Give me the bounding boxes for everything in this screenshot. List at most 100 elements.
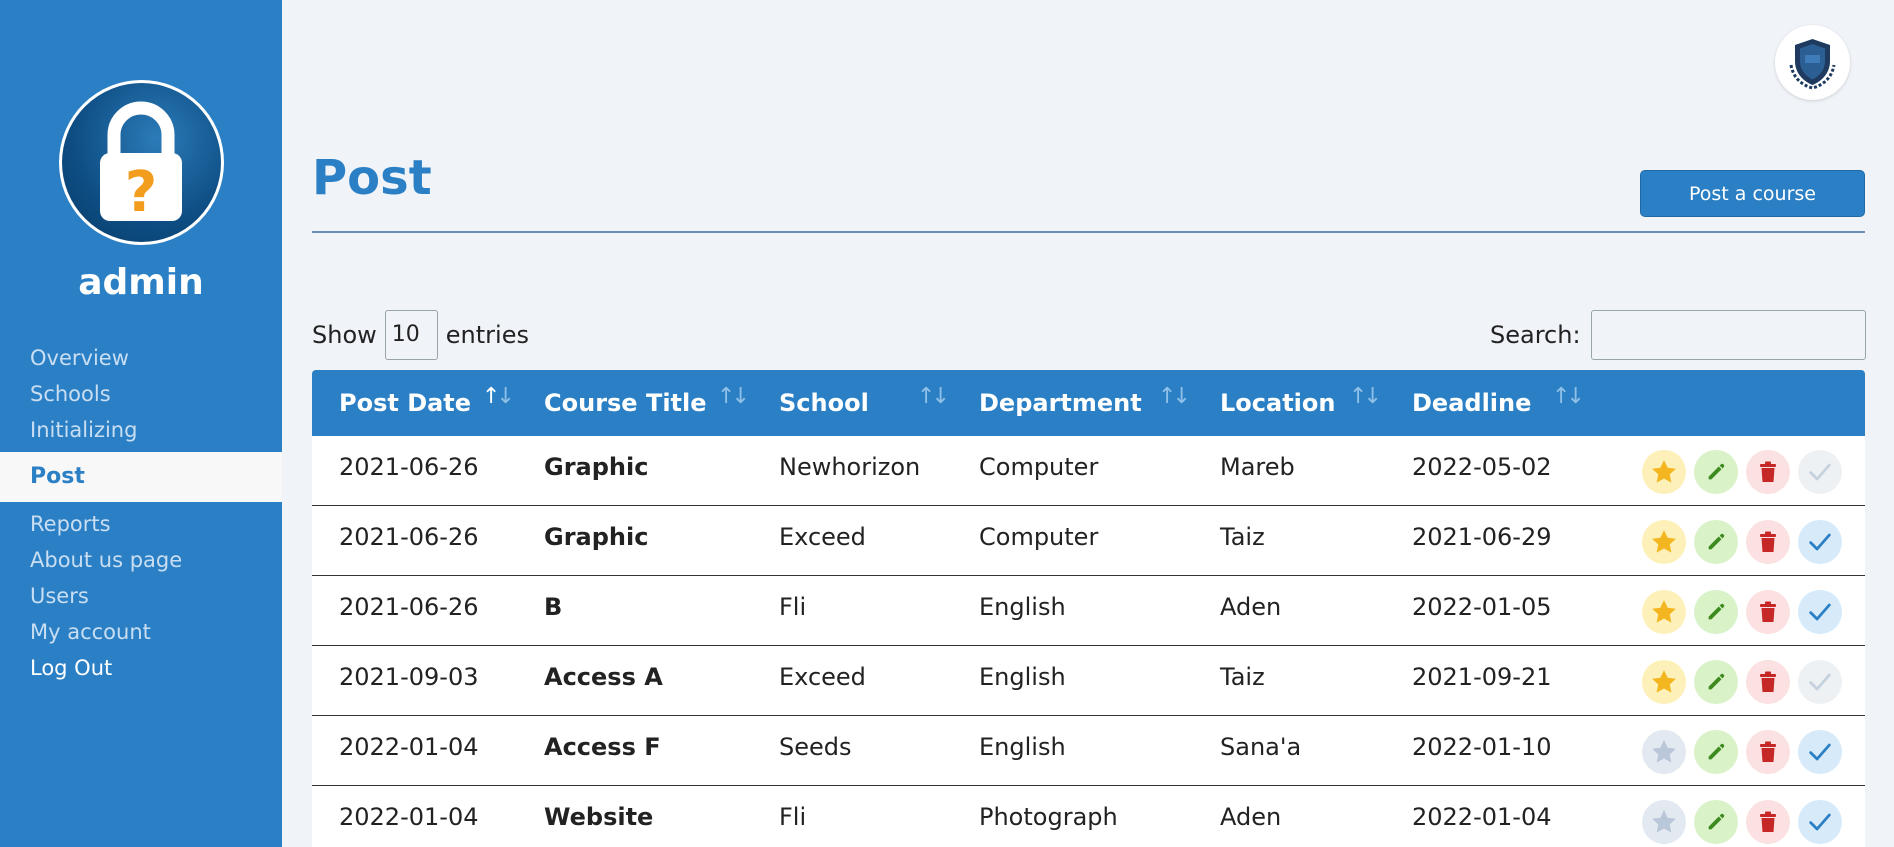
deadline-cell: 2021-09-21 <box>1412 663 1552 691</box>
deadline-cell: 2022-01-05 <box>1412 593 1552 621</box>
star-icon <box>1652 670 1676 693</box>
post-date-cell: 2021-06-26 <box>339 523 479 551</box>
trash-icon <box>1760 531 1776 552</box>
pencil-icon <box>1708 603 1725 620</box>
feature-button[interactable] <box>1642 800 1686 844</box>
star-icon <box>1652 600 1676 623</box>
edit-button[interactable] <box>1694 590 1738 634</box>
department-cell: English <box>979 663 1066 691</box>
sort-arrows-icon[interactable]: ↑↓ <box>717 384 750 409</box>
sidebar-item-overview[interactable]: Overview <box>0 340 282 376</box>
post-date-cell: 2021-09-03 <box>339 663 479 691</box>
approve-button[interactable] <box>1798 730 1842 774</box>
edit-button[interactable] <box>1694 730 1738 774</box>
department-cell: Photograph <box>979 803 1118 831</box>
header-divider <box>312 231 1865 233</box>
column-header-department[interactable]: Department <box>979 370 1142 436</box>
location-cell: Aden <box>1220 803 1282 831</box>
trash-icon <box>1760 811 1776 832</box>
edit-button[interactable] <box>1694 800 1738 844</box>
approve-button[interactable] <box>1798 800 1842 844</box>
location-cell: Aden <box>1220 593 1282 621</box>
star-icon <box>1652 530 1676 553</box>
pencil-icon <box>1708 533 1725 550</box>
approve-button[interactable] <box>1798 660 1842 704</box>
delete-button[interactable] <box>1746 590 1790 634</box>
deadline-cell: 2022-01-04 <box>1412 803 1552 831</box>
location-cell: Taiz <box>1220 523 1265 551</box>
feature-button[interactable] <box>1642 450 1686 494</box>
approve-button[interactable] <box>1798 590 1842 634</box>
column-header-post-date[interactable]: Post Date <box>339 370 471 436</box>
department-cell: Computer <box>979 523 1099 551</box>
trash-icon <box>1760 741 1776 762</box>
sort-arrows-icon[interactable]: ↑↓ <box>482 384 515 409</box>
pencil-icon <box>1708 463 1725 480</box>
search-label: Search: <box>1490 321 1581 349</box>
edit-button[interactable] <box>1694 450 1738 494</box>
course-title-cell: B <box>544 593 563 621</box>
post-course-button[interactable]: Post a course <box>1640 170 1865 217</box>
column-header-deadline[interactable]: Deadline <box>1412 370 1531 436</box>
edit-button[interactable] <box>1694 520 1738 564</box>
course-title-cell: Access A <box>544 663 663 691</box>
feature-button[interactable] <box>1642 660 1686 704</box>
delete-button[interactable] <box>1746 520 1790 564</box>
approve-button[interactable] <box>1798 520 1842 564</box>
sort-arrows-icon[interactable]: ↑↓ <box>1158 384 1191 409</box>
sidebar-item-reports[interactable]: Reports <box>0 506 282 542</box>
course-title-cell: Access F <box>544 733 661 761</box>
svg-text:?: ? <box>125 160 157 225</box>
sidebar-item-users[interactable]: Users <box>0 578 282 614</box>
check-icon <box>1809 463 1831 481</box>
star-icon <box>1652 810 1676 833</box>
sidebar-item-schools[interactable]: Schools <box>0 376 282 412</box>
deadline-cell: 2022-01-10 <box>1412 733 1552 761</box>
edit-button[interactable] <box>1694 660 1738 704</box>
delete-button[interactable] <box>1746 660 1790 704</box>
entries-control: Show 10 entries <box>312 310 529 360</box>
sidebar-item-initializing[interactable]: Initializing <box>0 412 282 448</box>
sort-arrows-icon[interactable]: ↑↓ <box>1552 384 1585 409</box>
star-icon <box>1652 740 1676 763</box>
column-header-course-title[interactable]: Course Title <box>544 370 707 436</box>
feature-button[interactable] <box>1642 520 1686 564</box>
sidebar-item-about-us-page[interactable]: About us page <box>0 542 282 578</box>
location-cell: Taiz <box>1220 663 1265 691</box>
course-title-cell: Graphic <box>544 453 649 481</box>
location-cell: Mareb <box>1220 453 1295 481</box>
sidebar-item-my-account[interactable]: My account <box>0 614 282 650</box>
sidebar-nav: Overview Schools Initializing Post Repor… <box>0 340 282 686</box>
sort-arrows-icon[interactable]: ↑↓ <box>1349 384 1382 409</box>
trash-icon <box>1760 671 1776 692</box>
post-date-cell: 2022-01-04 <box>339 733 479 761</box>
pencil-icon <box>1708 673 1725 690</box>
delete-button[interactable] <box>1746 800 1790 844</box>
post-date-cell: 2022-01-04 <box>339 803 479 831</box>
sidebar-item-post[interactable]: Post <box>0 452 282 502</box>
sidebar-item-log-out[interactable]: Log Out <box>0 650 282 686</box>
feature-button[interactable] <box>1642 730 1686 774</box>
search-input[interactable] <box>1590 310 1866 360</box>
sort-arrows-icon[interactable]: ↑↓ <box>917 384 950 409</box>
column-header-school[interactable]: School <box>779 370 869 436</box>
lock-question-icon: ? <box>100 101 182 225</box>
brand-logo[interactable] <box>1775 25 1850 100</box>
entries-select[interactable]: 10 <box>384 310 438 360</box>
shield-crest-icon <box>1789 39 1836 90</box>
delete-button[interactable] <box>1746 730 1790 774</box>
check-icon <box>1809 603 1831 621</box>
approve-button[interactable] <box>1798 450 1842 494</box>
feature-button[interactable] <box>1642 590 1686 634</box>
deadline-cell: 2022-05-02 <box>1412 453 1552 481</box>
department-cell: Computer <box>979 453 1099 481</box>
column-header-location[interactable]: Location <box>1220 370 1335 436</box>
check-icon <box>1809 533 1831 551</box>
location-cell: Sana'a <box>1220 733 1302 761</box>
table-row: 2021-06-26 Graphic Exceed Computer Taiz … <box>312 506 1865 576</box>
school-cell: Exceed <box>779 663 866 691</box>
delete-button[interactable] <box>1746 450 1790 494</box>
check-icon <box>1809 743 1831 761</box>
avatar: ? <box>59 80 224 245</box>
school-cell: Fli <box>779 803 807 831</box>
